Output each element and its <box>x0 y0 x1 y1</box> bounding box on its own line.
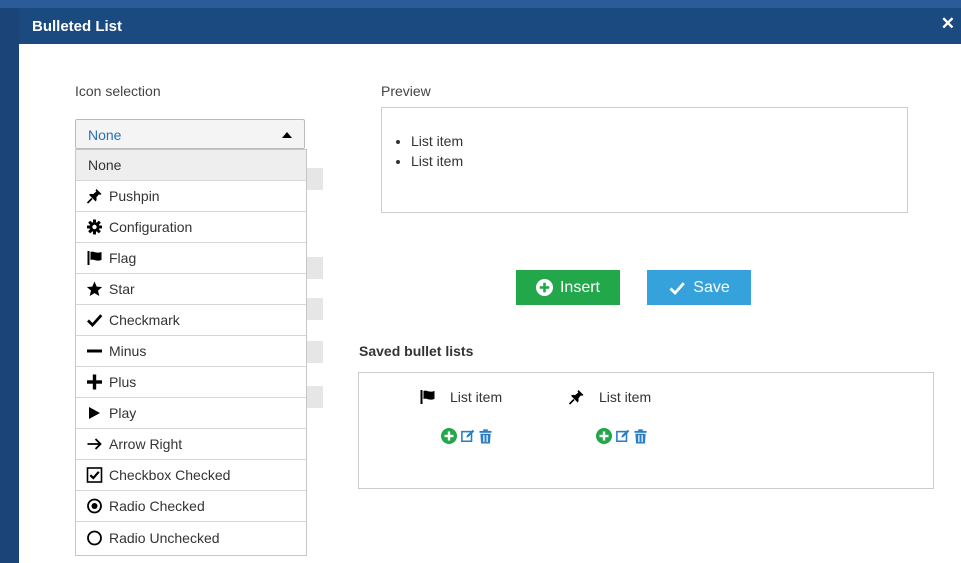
dialog-titlebar: Bulleted List ✕ <box>19 8 961 44</box>
arrow-right-icon <box>86 436 103 452</box>
background-ghost <box>305 257 323 279</box>
flag-icon <box>86 250 103 266</box>
option-flag[interactable]: Flag <box>76 243 306 274</box>
gear-icon <box>86 219 103 235</box>
edit-icon[interactable] <box>616 429 630 443</box>
option-radio-unchecked[interactable]: Radio Unchecked <box>76 522 306 553</box>
bulleted-list-dialog: Bulleted List ✕ Icon selection Preview N… <box>19 8 961 563</box>
save-button-label: Save <box>693 278 730 296</box>
star-icon <box>86 281 103 297</box>
icon-selection-label: Icon selection <box>75 83 161 99</box>
checkmark-icon <box>86 312 103 328</box>
checkmark-icon <box>669 281 686 295</box>
background-app-sidebar <box>0 8 19 563</box>
option-star[interactable]: Star <box>76 274 306 305</box>
saved-lists-box: List item List item <box>358 372 934 489</box>
option-label: Checkmark <box>109 312 180 328</box>
option-configuration[interactable]: Configuration <box>76 212 306 243</box>
delete-icon[interactable] <box>479 428 492 444</box>
option-label: None <box>88 157 122 173</box>
insert-button[interactable]: Insert <box>516 270 620 305</box>
background-ghost <box>305 341 323 363</box>
option-minus[interactable]: Minus <box>76 336 306 367</box>
preview-list: List item List item <box>382 131 907 171</box>
preview-list-item: List item <box>411 131 907 151</box>
minus-icon <box>86 343 103 359</box>
saved-lists-title: Saved bullet lists <box>359 343 474 359</box>
caret-up-icon <box>282 132 292 138</box>
edit-icon[interactable] <box>461 429 475 443</box>
option-label: Arrow Right <box>109 436 183 452</box>
add-icon[interactable] <box>441 428 457 444</box>
close-icon[interactable]: ✕ <box>941 14 955 34</box>
option-label: Play <box>109 405 137 421</box>
plus-circle-icon <box>535 279 553 296</box>
option-none[interactable]: None <box>76 150 306 181</box>
option-label: Plus <box>109 374 137 390</box>
radio-unchecked-icon <box>86 530 103 546</box>
delete-icon[interactable] <box>634 428 647 444</box>
pushpin-icon <box>86 188 103 204</box>
option-radio-checked[interactable]: Radio Checked <box>76 491 306 522</box>
option-pushpin[interactable]: Pushpin <box>76 181 306 212</box>
pushpin-icon <box>568 389 585 405</box>
add-icon[interactable] <box>596 428 612 444</box>
saved-list-item: List item <box>419 389 502 405</box>
background-ghost <box>305 298 323 320</box>
option-label: Star <box>109 281 135 297</box>
icon-select-value: None <box>88 127 122 143</box>
saved-list-item: List item <box>568 389 651 405</box>
saved-list-actions <box>441 428 496 444</box>
option-checkmark[interactable]: Checkmark <box>76 305 306 336</box>
icon-select[interactable]: None <box>75 119 305 149</box>
insert-button-label: Insert <box>559 278 600 296</box>
dialog-title: Bulleted List <box>32 18 123 35</box>
save-button[interactable]: Save <box>647 270 751 305</box>
option-plus[interactable]: Plus <box>76 367 306 398</box>
option-label: Flag <box>109 250 137 266</box>
option-checkbox-checked[interactable]: Checkbox Checked <box>76 460 306 491</box>
saved-list-actions <box>596 428 651 444</box>
plus-icon <box>86 374 103 390</box>
option-play[interactable]: Play <box>76 398 306 429</box>
saved-list-label: List item <box>599 389 652 405</box>
option-label: Configuration <box>109 219 193 235</box>
preview-list-item: List item <box>411 151 907 171</box>
background-ghost <box>305 386 323 408</box>
option-label: Radio Unchecked <box>109 529 220 546</box>
option-label: Pushpin <box>109 188 160 204</box>
option-label: Radio Checked <box>109 498 205 514</box>
background-ghost <box>305 168 323 190</box>
preview-label: Preview <box>381 83 431 99</box>
preview-box: List item List item <box>381 107 908 213</box>
saved-list-label: List item <box>450 389 503 405</box>
flag-icon <box>419 389 436 405</box>
checkbox-checked-icon <box>86 467 103 483</box>
radio-checked-icon <box>86 498 103 514</box>
icon-dropdown-list: None Pushpin Configuration Flag Star Che… <box>75 149 307 556</box>
option-arrow-right[interactable]: Arrow Right <box>76 429 306 460</box>
play-icon <box>86 405 103 421</box>
background-app-header <box>0 0 961 8</box>
option-label: Minus <box>109 343 147 359</box>
option-label: Checkbox Checked <box>109 467 231 483</box>
